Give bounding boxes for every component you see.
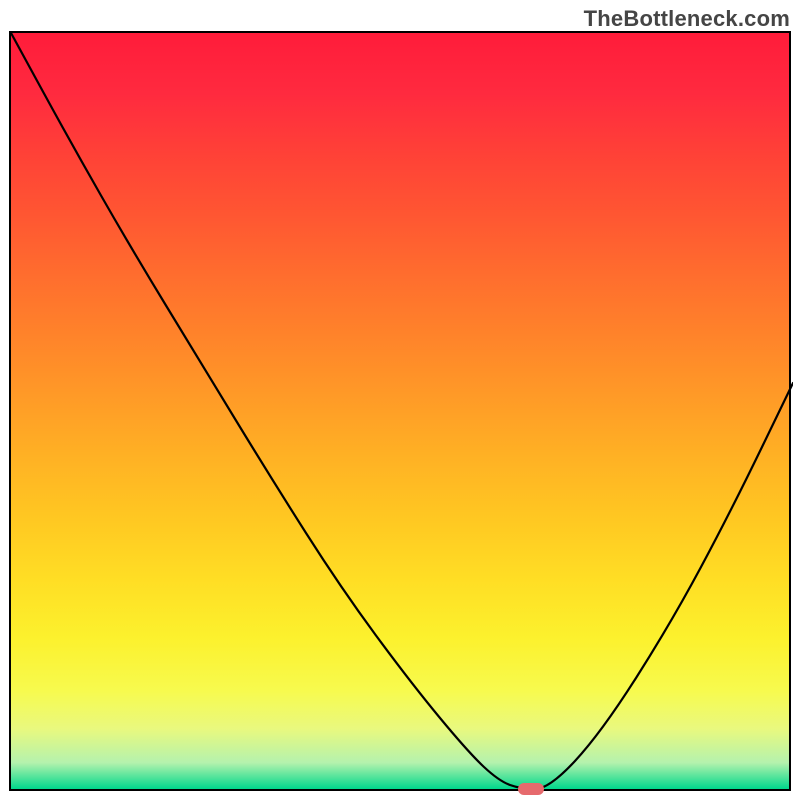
chart-frame (9, 31, 791, 791)
line-curve (11, 33, 793, 793)
watermark-text: TheBottleneck.com (584, 6, 790, 32)
curve-path (11, 33, 793, 789)
highlight-marker (518, 783, 544, 795)
